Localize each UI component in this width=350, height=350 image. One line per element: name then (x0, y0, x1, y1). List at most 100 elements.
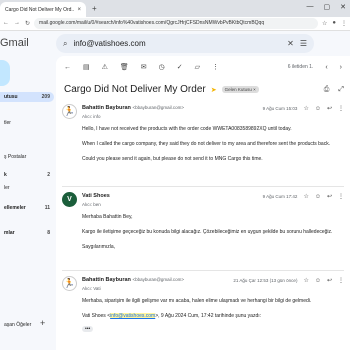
add-task-icon[interactable]: ✓ (177, 63, 183, 71)
search-bar[interactable]: ⌕ info@vatishoes.com ✕ ☰ (56, 34, 314, 53)
reply-icon[interactable]: ↩ (327, 105, 332, 112)
tab-title: Cargo Did Not Deliver My Ord... (5, 6, 75, 13)
thread-subject: Cargo Did Not Deliver My Order (64, 84, 206, 95)
back-icon[interactable]: ← (3, 20, 9, 27)
sidebar-item-snoozed[interactable] (0, 142, 54, 152)
show-trimmed-content-button[interactable]: ••• (82, 325, 94, 332)
reload-icon[interactable]: ↻ (25, 20, 30, 27)
more-options-icon[interactable]: ⋮ (212, 63, 219, 71)
gmail-logo[interactable]: Gmail (0, 37, 29, 49)
important-marker-icon[interactable]: ➤ (211, 86, 217, 94)
message-body: Hello, I have not received the products … (82, 126, 344, 168)
message-time: 9 Ağu Cum 15:03 (262, 106, 298, 111)
star-icon[interactable]: ☆ (303, 277, 308, 284)
message-recipient[interactable]: Alıcı: info (82, 114, 101, 119)
message-paragraph: Kargo ile iletişime geçeceğiz bu konuda … (82, 228, 333, 235)
next-icon[interactable]: › (340, 64, 342, 71)
sidebar-item-count: 209 (41, 94, 50, 100)
reply-icon[interactable]: ↩ (327, 193, 332, 200)
message-from: Bahattin Bayburan <bbayburan@gmail.com> (82, 105, 184, 111)
message-meta: 9 Ağu Cum 15:03 ☆ ☺ ↩ ⋮ (262, 105, 344, 113)
compose-button[interactable] (0, 60, 10, 86)
quoted-header: Vati Shoes <info@vatishoes.com>, 9 Ağu 2… (82, 312, 344, 320)
star-icon[interactable]: ☆ (303, 193, 308, 200)
message-paragraph: Hello, I have not received the products … (82, 126, 292, 132)
snooze-icon[interactable]: ◷ (159, 63, 165, 71)
sidebar-item-label: utusu (4, 94, 18, 100)
message-more-icon[interactable]: ⋮ (338, 193, 344, 200)
browser-tabbar: Cargo Did Not Deliver My Ord... × + — ▢ … (0, 0, 350, 17)
mark-unread-icon[interactable]: ✉ (141, 63, 147, 71)
bookmark-star-icon[interactable]: ☆ (322, 20, 327, 27)
close-tab-icon[interactable]: × (77, 7, 81, 13)
thread-subject-row: Cargo Did Not Deliver My Order ➤ Gelen K… (64, 84, 259, 95)
message-recipient[interactable]: Alıcı: Vati (82, 286, 101, 291)
message-meta: 9 Ağu Cum 17:42 ☆ ☺ ↩ ⋮ (263, 193, 344, 201)
subject-actions: ⎙ ⤢ (324, 86, 344, 94)
message-recipient[interactable]: Alıcı: ben (82, 202, 101, 207)
sidebar-item-count: 11 (44, 205, 50, 211)
emoji-reaction-icon[interactable]: ☺ (315, 278, 321, 284)
sender-avatar[interactable]: 🏃 (62, 276, 77, 291)
emoji-reaction-icon[interactable]: ☺ (315, 194, 321, 200)
minimize-icon[interactable]: — (307, 3, 314, 11)
thread-panel: ← ▤ ⚠ 🗑 ✉ ◷ ✓ ▱ ⋮ 6 iletiden 1. ‹ › Carg… (56, 56, 350, 350)
message-paragraph: Could you please send it again, but plea… (82, 155, 263, 162)
search-options-icon[interactable]: ☰ (300, 39, 307, 48)
archive-icon[interactable]: ▤ (83, 63, 90, 71)
new-tab-icon[interactable]: + (92, 4, 97, 13)
sidebar-item-overflow[interactable]: aşan Öğeler (0, 320, 54, 330)
back-to-list-icon[interactable]: ← (64, 64, 71, 71)
sidebar-item-count: 8 (47, 230, 50, 236)
message-more-icon[interactable]: ⋮ (338, 277, 344, 284)
browser-tab[interactable]: Cargo Did Not Deliver My Ord... × (0, 2, 86, 17)
clear-search-icon[interactable]: ✕ (287, 39, 294, 48)
url-field[interactable]: mail.google.com/mail/u/0/#search/info%40… (34, 18, 318, 29)
sidebar-item-label: ş Postalar (4, 154, 27, 160)
reply-icon[interactable]: ↩ (327, 277, 332, 284)
sender-name[interactable]: Bahattin Bayburan (82, 105, 131, 111)
address-bar: ← → ↻ mail.google.com/mail/u/0/#search/i… (0, 17, 350, 31)
print-icon[interactable]: ⎙ (324, 86, 330, 94)
sender-name[interactable]: Vati Shoes (82, 193, 110, 199)
sender-email: <bbayburan@gmail.com> (132, 277, 185, 282)
sidebar-item-drafts[interactable]: k 2 (0, 170, 54, 180)
sidebar-item-starred[interactable]: tler (0, 118, 54, 128)
sidebar-item-sent[interactable]: ş Postalar (0, 152, 54, 162)
star-icon[interactable]: ☆ (303, 105, 308, 112)
sidebar-item-label: k (4, 172, 7, 178)
inbox-label-badge[interactable]: Gelen Kutusu × (221, 86, 259, 93)
quoted-email-link[interactable]: info@vatishoes.com (110, 312, 156, 319)
report-spam-icon[interactable]: ⚠ (102, 63, 108, 71)
sender-avatar[interactable]: 🏃 (62, 104, 77, 119)
sidebar-item-promotions[interactable]: mlar 8 (0, 228, 54, 238)
message-paragraph: Merhaba, siparişim ile ilgili gelişme va… (82, 298, 312, 304)
message-paragraph: Merhaba Bahattin Bey, (82, 214, 133, 220)
thread-toolbar: ← ▤ ⚠ 🗑 ✉ ◷ ✓ ▱ ⋮ 6 iletiden 1. ‹ › (56, 56, 350, 78)
message-divider (62, 270, 344, 271)
emoji-reaction-icon[interactable]: ☺ (315, 106, 321, 112)
sidebar-item-inbox[interactable]: utusu 209 (0, 92, 54, 102)
sidebar: utusu 209 tler ş Postalar k 2 ler elleme… (0, 56, 54, 350)
window-controls: — ▢ ✕ (307, 3, 347, 11)
forward-icon[interactable]: → (14, 20, 20, 27)
move-icon[interactable]: ▱ (195, 63, 200, 71)
close-window-icon[interactable]: ✕ (340, 3, 346, 11)
delete-icon[interactable]: 🗑 (120, 63, 129, 71)
search-input[interactable]: info@vatishoes.com (73, 39, 281, 48)
sidebar-item-updates[interactable]: ellemeler 11 (0, 203, 54, 213)
sender-avatar[interactable]: V (62, 192, 77, 207)
menu-icon[interactable]: ⋮ (341, 20, 347, 27)
profile-icon[interactable]: ● (332, 20, 336, 27)
quote-prefix: Vati Shoes < (82, 312, 111, 319)
sidebar-item-label: tler (4, 120, 11, 126)
message-counter: 6 iletiden 1. (287, 64, 314, 70)
open-new-window-icon[interactable]: ⤢ (338, 86, 344, 94)
sidebar-item-more[interactable]: ler (0, 183, 54, 193)
message-more-icon[interactable]: ⋮ (338, 105, 344, 112)
maximize-icon[interactable]: ▢ (324, 3, 331, 11)
search-icon[interactable]: ⌕ (63, 39, 67, 49)
sender-name[interactable]: Bahattin Bayburan (82, 277, 131, 283)
quote-suffix: >, 9 Ağu 2024 Cum, 17:42 tarihinde şunu … (155, 312, 262, 319)
prev-icon[interactable]: ‹ (325, 64, 327, 71)
